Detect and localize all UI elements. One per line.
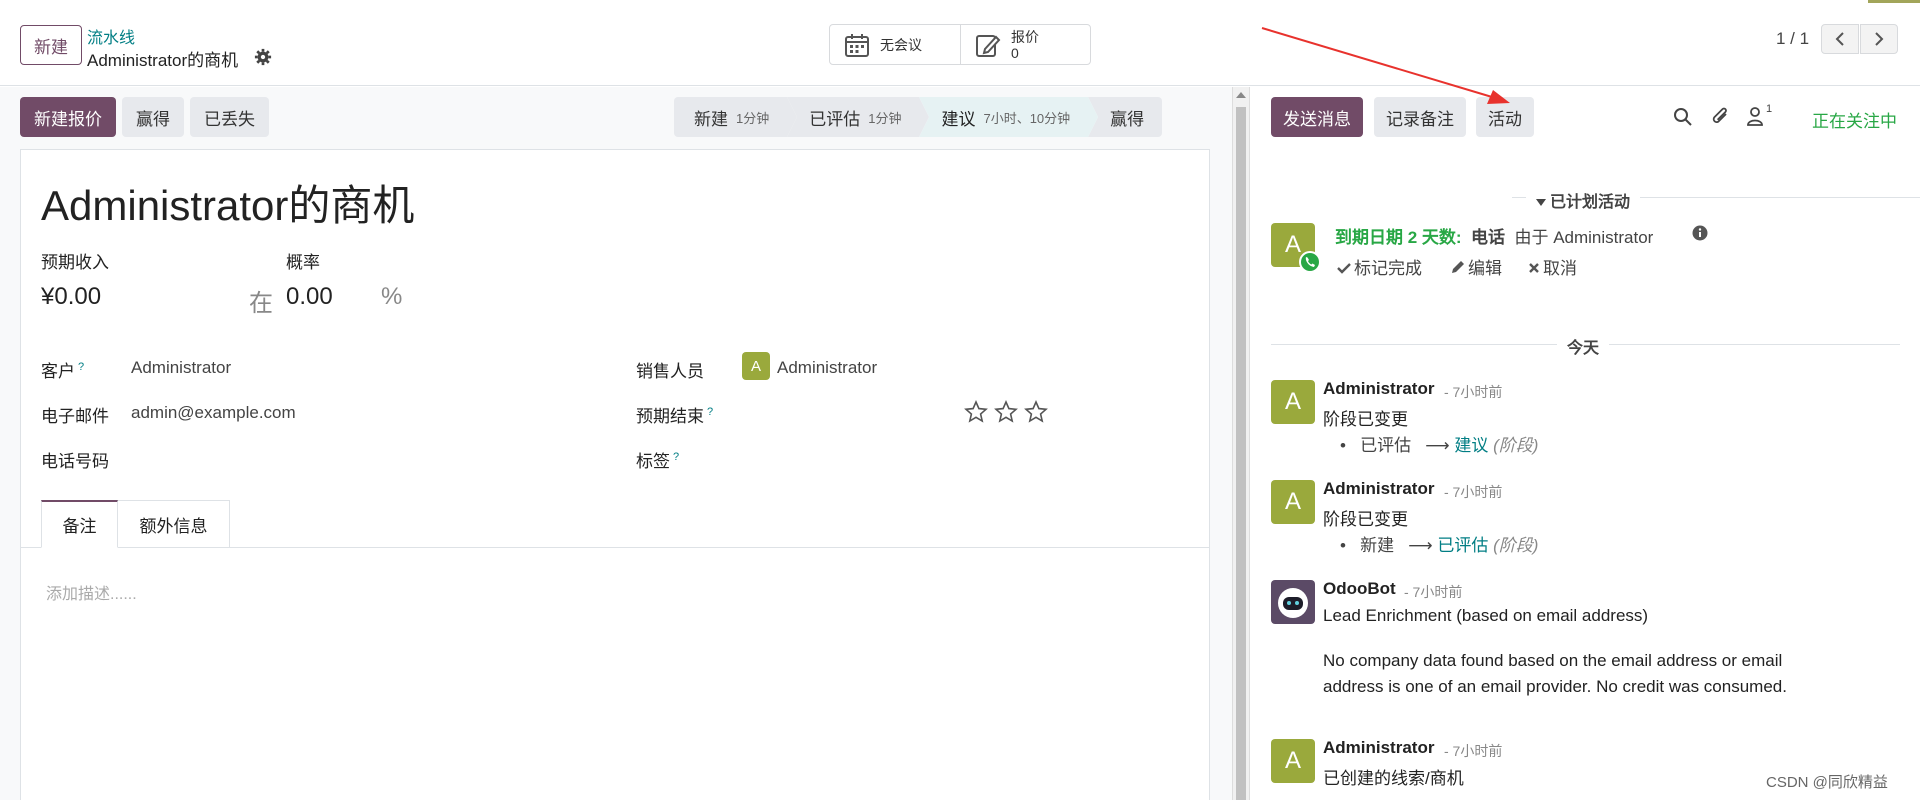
watermark: CSDN @同欣精益 bbox=[1766, 774, 1888, 791]
following-status[interactable]: 正在关注中 bbox=[1812, 107, 1897, 132]
description-editor[interactable]: 添加描述...... bbox=[46, 580, 137, 604]
cancel-activity-link[interactable]: 取消 bbox=[1528, 254, 1577, 279]
stage-proposition[interactable]: 建议 7小时、10分钟 bbox=[919, 97, 1098, 137]
expected-revenue-input[interactable]: ¥0.00 bbox=[41, 283, 101, 311]
expected-revenue-label: 预期收入 bbox=[41, 253, 109, 272]
message-author[interactable]: OdooBot bbox=[1323, 579, 1396, 599]
message-avatar: A bbox=[1271, 739, 1315, 783]
tags-label: 标签? bbox=[636, 451, 680, 471]
odoobot-avatar bbox=[1271, 580, 1315, 624]
salesperson-label: 销售人员 bbox=[636, 362, 704, 381]
control-panel: 新建 流水线 Administrator的商机 无会议 报价 0 1 / 1 bbox=[0, 0, 1920, 86]
phone-icon bbox=[1299, 251, 1321, 273]
mark-done-link[interactable]: 标记完成 bbox=[1337, 254, 1422, 279]
message-avatar: A bbox=[1271, 380, 1315, 424]
scrollbar-thumb[interactable] bbox=[1236, 107, 1246, 800]
stage-new[interactable]: 新建 1分钟 bbox=[674, 97, 798, 137]
star-icon[interactable] bbox=[1024, 400, 1048, 424]
chevron-left-icon bbox=[1835, 32, 1844, 46]
tracking-value: • 新建 ⟶ 已评估 (阶段) bbox=[1340, 536, 1539, 555]
notebook-tabs: 备注 额外信息 bbox=[21, 500, 1209, 548]
stage-statusbar: 新建 1分钟 已评估 1分钟 建议 7小时、10分钟 赢得 bbox=[674, 97, 1163, 137]
stage-qualified[interactable]: 已评估 1分钟 bbox=[787, 97, 930, 137]
new-quotation-button[interactable]: 新建报价 bbox=[20, 97, 116, 137]
lost-button[interactable]: 已丢失 bbox=[190, 97, 269, 137]
probability-label: 概率 bbox=[286, 253, 320, 272]
salesperson-avatar: A bbox=[742, 352, 770, 380]
new-record-button[interactable]: 新建 bbox=[20, 25, 82, 65]
message-body: 已创建的线索/商机 bbox=[1323, 769, 1464, 788]
email-label: 电子邮件 bbox=[41, 407, 109, 426]
message-time: - 7小时前 bbox=[1444, 743, 1503, 759]
pager-next-button[interactable] bbox=[1860, 24, 1898, 54]
email-input[interactable]: admin@example.com bbox=[131, 403, 296, 423]
today-label: 今天 bbox=[1557, 334, 1610, 358]
breadcrumb-current: Administrator的商机 bbox=[87, 51, 239, 70]
message-author[interactable]: Administrator bbox=[1323, 738, 1434, 758]
pager-value[interactable]: 1 / 1 bbox=[1776, 29, 1809, 49]
percent-sign: % bbox=[381, 283, 403, 310]
expected-closing-label: 预期结束? bbox=[636, 406, 714, 426]
opportunity-title[interactable]: Administrator的商机 bbox=[41, 172, 414, 233]
edit-activity-link[interactable]: 编辑 bbox=[1451, 254, 1502, 279]
breadcrumb-pipeline[interactable]: 流水线 bbox=[87, 24, 135, 48]
info-icon[interactable] bbox=[1692, 225, 1708, 241]
salesperson-input[interactable]: Administrator bbox=[777, 358, 877, 378]
stage-won[interactable]: 赢得 bbox=[1088, 97, 1163, 137]
form-sheet: Administrator的商机 预期收入 概率 ¥0.00 在 0.00 % … bbox=[20, 149, 1210, 800]
message-time: - 7小时前 bbox=[1444, 384, 1503, 400]
edit-document-icon bbox=[976, 34, 1001, 57]
calendar-icon bbox=[845, 33, 869, 57]
customer-input[interactable]: Administrator bbox=[131, 358, 231, 378]
pencil-icon bbox=[1452, 261, 1464, 273]
activity-summary: 到期日期 2 天数: 电话 由于 Administrator bbox=[1335, 228, 1654, 247]
quotations-smart-button[interactable]: 报价 0 bbox=[960, 24, 1091, 65]
message-time: - 7小时前 bbox=[1404, 584, 1463, 600]
tab-extra-info[interactable]: 额外信息 bbox=[118, 500, 230, 548]
message-body-line: address is one of an email provider. No … bbox=[1323, 677, 1787, 696]
priority-stars[interactable] bbox=[964, 400, 1048, 424]
caret-down-icon bbox=[1536, 199, 1546, 206]
meetings-smart-button[interactable]: 无会议 bbox=[829, 24, 961, 65]
message-author[interactable]: Administrator bbox=[1323, 379, 1434, 399]
close-icon bbox=[1529, 263, 1539, 273]
scroll-up-arrow[interactable] bbox=[1236, 92, 1246, 98]
star-icon[interactable] bbox=[964, 400, 988, 424]
probability-input[interactable]: 0.00 bbox=[286, 283, 333, 311]
phone-label: 电话号码 bbox=[41, 452, 109, 471]
gear-icon[interactable] bbox=[254, 48, 272, 66]
message-body: 阶段已变更 bbox=[1323, 410, 1408, 429]
header-buttons: 新建报价 赢得 已丢失 bbox=[20, 97, 269, 137]
customer-label: 客户? bbox=[41, 361, 85, 381]
planned-activities-toggle[interactable]: 已计划活动 bbox=[1526, 188, 1641, 212]
at-label: 在 bbox=[249, 290, 273, 317]
message-time: - 7小时前 bbox=[1444, 484, 1503, 500]
message-author[interactable]: Administrator bbox=[1323, 479, 1434, 499]
log-note-button[interactable]: 记录备注 bbox=[1374, 97, 1466, 137]
message-avatar: A bbox=[1271, 480, 1315, 524]
pager-previous-button[interactable] bbox=[1821, 24, 1859, 54]
activity-button[interactable]: 活动 bbox=[1476, 97, 1534, 137]
message-body: 阶段已变更 bbox=[1323, 510, 1408, 529]
message-body-line: No company data found based on the email… bbox=[1323, 651, 1783, 670]
followers-icon[interactable] bbox=[1746, 106, 1764, 126]
tracking-value: • 已评估 ⟶ 建议 (阶段) bbox=[1340, 436, 1539, 455]
message-body: Lead Enrichment (based on email address) bbox=[1323, 606, 1649, 625]
chevron-right-icon bbox=[1875, 32, 1884, 46]
corner-accent bbox=[1868, 0, 1920, 3]
paperclip-icon[interactable] bbox=[1711, 106, 1731, 128]
form-view: 新建报价 赢得 已丢失 新建 1分钟 已评估 1分钟 建议 7小时、10分钟 赢得 A… bbox=[0, 87, 1232, 800]
quotations-label: 报价 bbox=[1011, 28, 1039, 45]
send-message-button[interactable]: 发送消息 bbox=[1271, 97, 1363, 137]
search-icon[interactable] bbox=[1673, 107, 1693, 127]
meetings-label: 无会议 bbox=[880, 36, 922, 53]
quotations-count: 0 bbox=[1011, 44, 1019, 61]
followers-count: 1 bbox=[1766, 103, 1773, 115]
won-button[interactable]: 赢得 bbox=[122, 97, 184, 137]
star-icon[interactable] bbox=[994, 400, 1018, 424]
tab-notes[interactable]: 备注 bbox=[41, 500, 118, 548]
check-icon bbox=[1337, 263, 1351, 274]
